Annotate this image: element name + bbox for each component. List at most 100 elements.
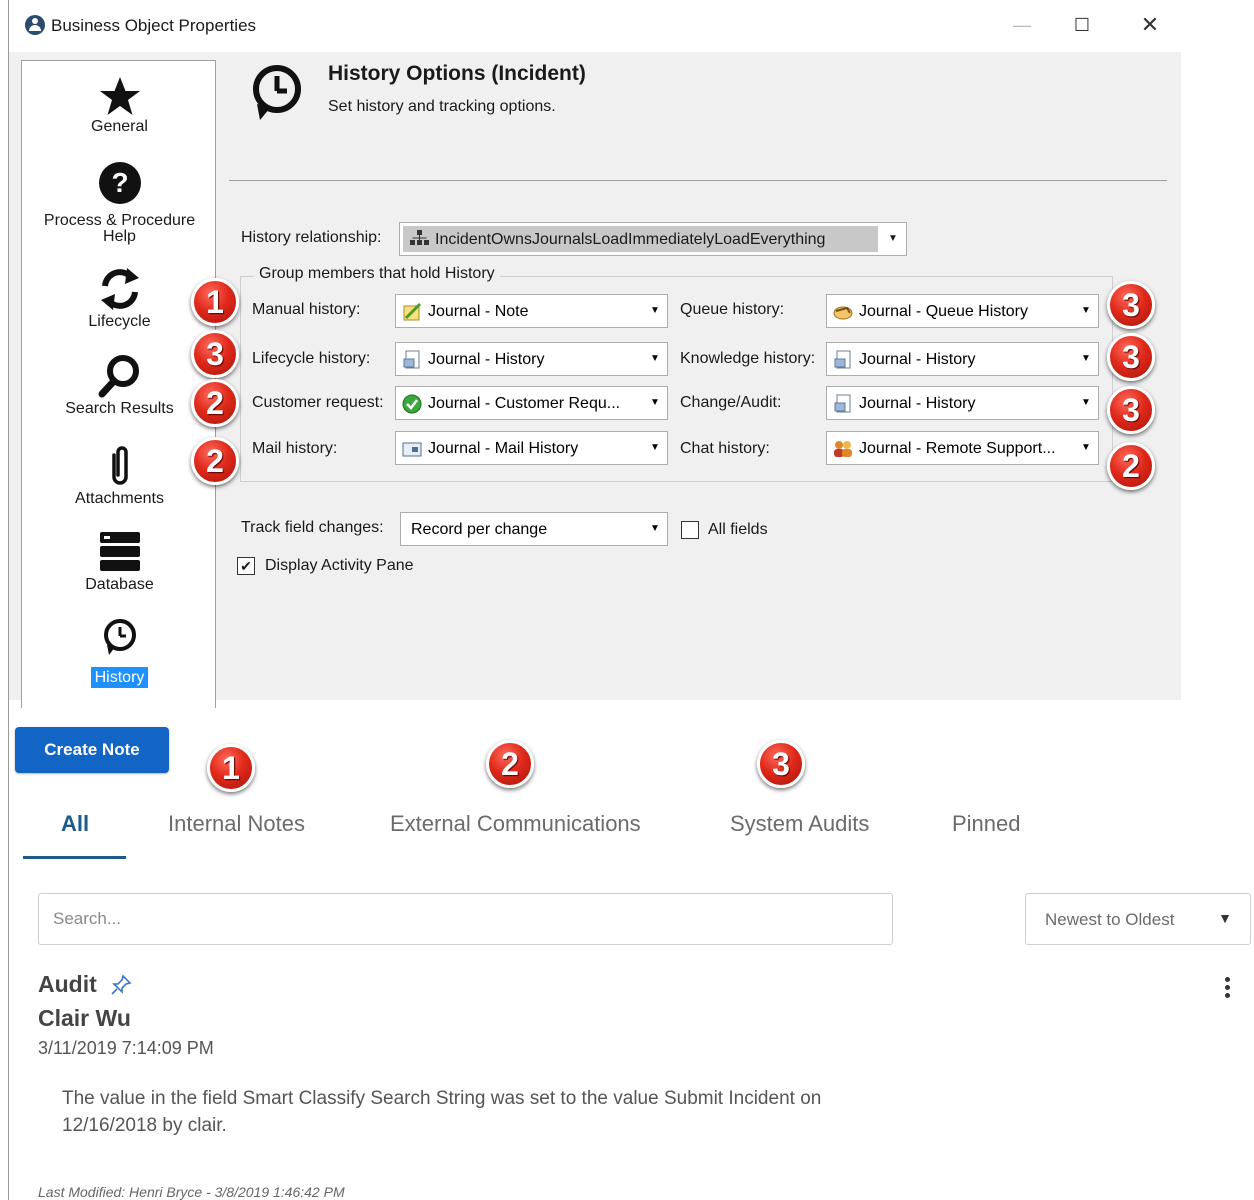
- history-icon: [253, 65, 301, 120]
- journal-entry-type: Audit: [38, 971, 97, 997]
- journal-entry-body: The value in the field Smart Classify Se…: [62, 1088, 822, 1136]
- change-audit-value: Journal - History: [859, 395, 976, 412]
- badge-change-audit: 3: [1107, 386, 1155, 434]
- sidebar-item-label: History: [90, 667, 149, 688]
- manual-history-select[interactable]: Journal - Note ▼: [395, 294, 668, 328]
- display-activity-pane-label: Display Activity Pane: [265, 557, 414, 574]
- chevron-down-icon[interactable]: ▼: [643, 432, 667, 464]
- question-icon: ?: [98, 162, 141, 204]
- window-title: Business Object Properties: [51, 16, 257, 35]
- journal-entry-user: Clair Wu: [38, 1005, 131, 1031]
- history-relationship-select[interactable]: IncidentOwnsJournalsLoadImmediatelyLoadE…: [399, 222, 907, 256]
- tab-external-communications[interactable]: External Communications: [390, 811, 641, 837]
- sort-order-select[interactable]: Newest to Oldest ▼: [1025, 893, 1251, 945]
- page-subtitle: Set history and tracking options.: [328, 98, 556, 115]
- sidebar-item-label: Lifecycle: [88, 313, 151, 330]
- sidebar-item-history[interactable]: History: [22, 617, 217, 688]
- journal-entry-date: 3/11/2019 7:14:09 PM: [38, 1038, 214, 1058]
- maximize-button[interactable]: ☐: [1059, 10, 1105, 40]
- customer-request-value: Journal - Customer Requ...: [428, 395, 621, 412]
- sidebar-item-general[interactable]: General: [22, 75, 217, 136]
- sidebar-item-process-procedure-help[interactable]: ? Process & Procedure Help: [22, 161, 217, 246]
- change-audit-label: Change/Audit:: [680, 394, 782, 411]
- sidebar-item-label: General: [91, 118, 148, 135]
- badge-chat-history: 2: [1107, 442, 1155, 490]
- create-note-button[interactable]: Create Note: [15, 727, 169, 773]
- badge-manual-history: 1: [191, 278, 239, 326]
- sidebar-item-search-results[interactable]: Search Results: [22, 353, 217, 418]
- customer-request-label: Customer request:: [252, 394, 384, 411]
- lifecycle-history-value: Journal - History: [428, 351, 545, 368]
- more-options-icon[interactable]: [1220, 977, 1234, 1003]
- search-input[interactable]: [38, 893, 893, 945]
- document-icon: [403, 350, 420, 369]
- chat-history-select[interactable]: Journal - Remote Support... ▼: [826, 431, 1099, 465]
- relationship-tree-icon: [410, 230, 429, 245]
- tab-internal-notes[interactable]: Internal Notes: [168, 811, 305, 837]
- title-bar: Business Object Properties — ☐ ✕: [9, 0, 1185, 52]
- chat-history-value: Journal - Remote Support...: [859, 440, 1056, 457]
- chevron-down-icon[interactable]: ▼: [643, 343, 667, 375]
- dialog-client-area: General ? Process & Procedure Help Lifec…: [9, 52, 1181, 708]
- badge-tab-system-audits: 3: [757, 740, 805, 788]
- history-relationship-value: IncidentOwnsJournalsLoadImmediatelyLoadE…: [435, 231, 826, 248]
- knowledge-history-label: Knowledge history:: [680, 350, 816, 367]
- history-options-panel: History Options (Incident) Set history a…: [224, 52, 1181, 700]
- chevron-down-icon[interactable]: ▼: [1074, 295, 1098, 327]
- queue-history-label: Queue history:: [680, 301, 785, 318]
- history-relationship-selected: IncidentOwnsJournalsLoadImmediatelyLoadE…: [403, 226, 878, 252]
- document-icon: [834, 350, 851, 369]
- mail-history-label: Mail history:: [252, 440, 338, 457]
- people-icon: [834, 441, 852, 457]
- badge-tab-external-communications: 2: [486, 740, 534, 788]
- check-circle-icon: [402, 394, 422, 414]
- track-field-changes-select[interactable]: Record per change ▼: [400, 512, 668, 546]
- star-icon: [99, 77, 140, 115]
- history-group-legend: Group members that hold History: [254, 265, 500, 283]
- track-field-changes-value: Record per change: [411, 521, 548, 538]
- manual-history-label: Manual history:: [252, 301, 361, 318]
- close-button[interactable]: ✕: [1127, 10, 1173, 40]
- queue-history-select[interactable]: Journal - Queue History ▼: [826, 294, 1099, 328]
- sidebar-item-attachments[interactable]: Attachments: [22, 443, 217, 508]
- tab-pinned[interactable]: Pinned: [952, 811, 1021, 837]
- refresh-icon: [100, 268, 139, 310]
- sidebar-item-label: Search Results: [65, 400, 174, 417]
- display-activity-pane-checkbox[interactable]: ✔: [237, 557, 255, 575]
- mail-icon: [402, 442, 422, 457]
- all-fields-checkbox[interactable]: [681, 521, 699, 539]
- magnifier-icon: [98, 355, 139, 398]
- chevron-down-icon[interactable]: ▼: [643, 387, 667, 419]
- chevron-down-icon[interactable]: ▼: [1074, 432, 1098, 464]
- chevron-down-icon: ▼: [1218, 910, 1232, 926]
- sidebar-item-label: Attachments: [75, 490, 164, 507]
- mail-history-select[interactable]: Journal - Mail History ▼: [395, 431, 668, 465]
- chat-history-label: Chat history:: [680, 440, 770, 457]
- business-object-properties-window: Business Object Properties — ☐ ✕ General…: [8, 0, 1185, 1200]
- chevron-down-icon[interactable]: ▼: [1074, 387, 1098, 419]
- chevron-down-icon[interactable]: ▼: [880, 223, 906, 255]
- header-divider: [229, 180, 1167, 181]
- change-audit-select[interactable]: Journal - History ▼: [826, 386, 1099, 420]
- pin-icon[interactable]: [110, 974, 132, 996]
- chevron-down-icon[interactable]: ▼: [1074, 343, 1098, 375]
- svg-text:?: ?: [111, 167, 128, 198]
- knowledge-history-select[interactable]: Journal - History ▼: [826, 342, 1099, 376]
- lifecycle-history-select[interactable]: Journal - History ▼: [395, 342, 668, 376]
- database-icon: [99, 532, 140, 571]
- sidebar-item-database[interactable]: Database: [22, 529, 217, 594]
- sidebar-item-lifecycle[interactable]: Lifecycle: [22, 266, 217, 331]
- minimize-button[interactable]: —: [999, 10, 1045, 40]
- customer-request-select[interactable]: Journal - Customer Requ... ▼: [395, 386, 668, 420]
- journal-entry-last-modified: Last Modified: Henri Bryce - 3/8/2019 1:…: [38, 1184, 345, 1200]
- sidebar-item-label: Database: [85, 576, 154, 593]
- properties-sidebar: General ? Process & Procedure Help Lifec…: [21, 60, 216, 708]
- tab-all[interactable]: All: [61, 811, 89, 837]
- chevron-down-icon[interactable]: ▼: [643, 513, 667, 545]
- all-fields-label: All fields: [708, 521, 768, 538]
- lifecycle-history-label: Lifecycle history:: [252, 350, 371, 367]
- knowledge-history-value: Journal - History: [859, 351, 976, 368]
- history-icon: [103, 619, 136, 655]
- tab-system-audits[interactable]: System Audits: [730, 811, 869, 837]
- chevron-down-icon[interactable]: ▼: [643, 295, 667, 327]
